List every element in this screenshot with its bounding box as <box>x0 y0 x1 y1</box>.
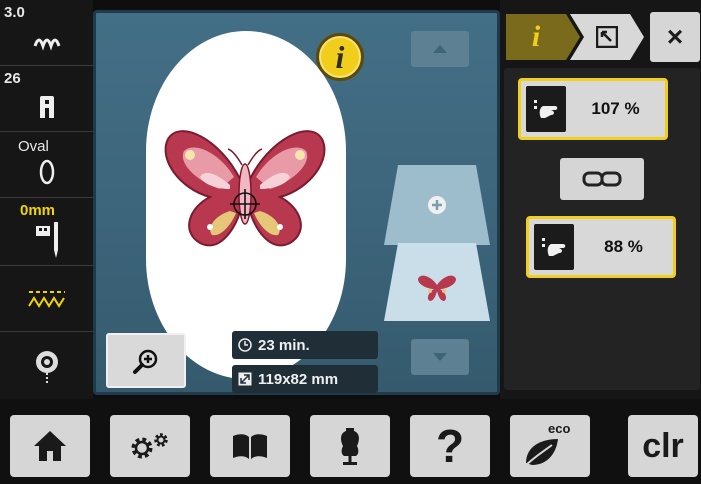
hoop-label: Oval <box>18 138 49 155</box>
tab-resize[interactable] <box>584 12 630 62</box>
proportion-lock-button[interactable] <box>560 158 644 200</box>
width-scale-value: 107 % <box>591 99 640 118</box>
close-button[interactable]: × <box>650 12 700 62</box>
design-size-display: 119x82 mm <box>232 365 378 393</box>
width-scale-button[interactable]: 107 % <box>518 78 668 140</box>
tab-strip: i × <box>504 12 700 62</box>
scroll-up-button[interactable] <box>411 31 469 67</box>
tab-info[interactable]: i <box>506 12 566 62</box>
home-icon <box>34 431 66 461</box>
hand-horizontal-icon <box>526 86 566 132</box>
stitch-time-display: 23 min. <box>232 331 378 359</box>
setup-button[interactable] <box>110 415 190 477</box>
book-icon <box>233 434 267 459</box>
resize-frame-icon <box>596 26 618 48</box>
arrow-up-icon <box>433 45 447 53</box>
dress-form-icon <box>341 428 359 465</box>
clock-icon <box>238 338 252 352</box>
link-icon <box>582 171 622 187</box>
stitch-length-icon <box>0 32 93 57</box>
presser-foot-icon <box>0 94 93 125</box>
scroll-down-button[interactable] <box>411 339 469 375</box>
bobbin-button[interactable] <box>0 332 93 399</box>
design-layer-1[interactable] <box>382 241 492 323</box>
home-button[interactable] <box>10 415 90 477</box>
design-size-value: 119x82 mm <box>258 370 339 388</box>
presser-foot-label: 26 <box>4 70 21 87</box>
needle-position-button[interactable]: 0mm <box>0 198 93 266</box>
info-button[interactable]: i <box>316 33 364 81</box>
creative-consultant-button[interactable] <box>310 415 390 477</box>
stitch-pattern-icon <box>0 288 93 315</box>
zoom-in-button[interactable] <box>106 333 186 388</box>
height-scale-button[interactable]: 88 % <box>526 216 676 278</box>
add-layer-button[interactable] <box>382 163 492 247</box>
bobbin-icon <box>0 348 93 393</box>
butterfly-design[interactable] <box>160 119 330 259</box>
presser-foot-button[interactable]: 26 <box>0 66 93 132</box>
tutorial-button[interactable] <box>210 415 290 477</box>
embroidery-preview-panel: i 23 min. 119x82 mm <box>93 10 500 395</box>
height-scale-value: 88 % <box>604 237 643 256</box>
arrow-down-icon <box>433 353 447 361</box>
resize-controls: 107 % 88 % <box>504 68 700 390</box>
stitch-length-button[interactable]: 3.0 <box>0 0 93 66</box>
magnifier-plus-icon <box>133 349 158 374</box>
stitch-length-label: 3.0 <box>4 4 25 21</box>
hand-vertical-icon <box>534 224 574 270</box>
left-sidebar: 3.0 26 Oval 0mm <box>0 0 93 399</box>
bottom-toolbar: ? eco clr <box>0 399 701 484</box>
help-button[interactable]: ? <box>410 415 490 477</box>
resize-icon <box>238 372 252 386</box>
stitch-pattern-button[interactable] <box>0 266 93 332</box>
right-panel: i × 107 % 88 % <box>500 0 701 399</box>
clear-button[interactable]: clr <box>628 415 698 477</box>
hoop-icon <box>0 158 93 191</box>
hoop-button[interactable]: Oval <box>0 132 93 198</box>
leaf-icon <box>523 439 558 468</box>
needle-position-label: 0mm <box>20 202 56 219</box>
hoop-area[interactable] <box>146 31 346 379</box>
stitch-time-value: 23 min. <box>258 336 310 354</box>
eco-mode-button[interactable]: eco <box>510 415 590 477</box>
gear-icon <box>131 433 168 459</box>
needle-position-icon <box>0 222 93 267</box>
